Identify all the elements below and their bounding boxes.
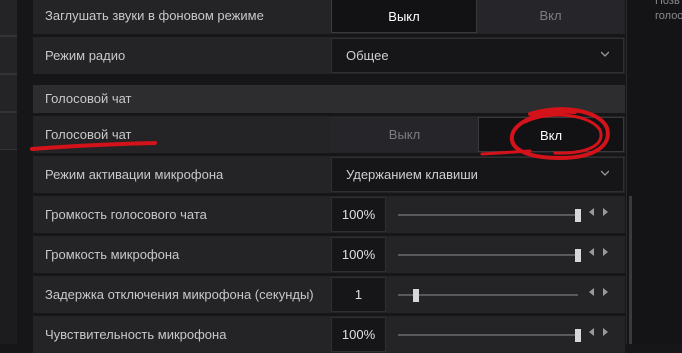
increase-arrow-icon[interactable]	[603, 288, 608, 296]
setting-row-radio-mode: Режим радио Общее	[33, 37, 625, 74]
decrease-arrow-icon[interactable]	[589, 208, 594, 216]
decrease-arrow-icon[interactable]	[589, 248, 594, 256]
dropdown-value: Общее	[346, 48, 389, 63]
increase-arrow-icon[interactable]	[603, 328, 608, 336]
voice-volume-value[interactable]: 100%	[331, 197, 386, 232]
section-header-voice-chat: Голосовой чат	[33, 85, 625, 113]
scrollbar[interactable]	[629, 196, 632, 344]
toggle-option-on[interactable]: Вкл	[478, 117, 624, 152]
setting-row-voice-volume: Громкость голосового чата 100%	[33, 196, 625, 233]
setting-label: Чувствительность микрофона	[45, 327, 227, 342]
setting-label: Заглушать звуки в фоновом режиме	[45, 8, 264, 23]
left-nav-tab[interactable]	[0, 74, 17, 112]
increase-arrow-icon[interactable]	[603, 248, 608, 256]
toggle-option-on[interactable]: Вкл	[477, 0, 624, 33]
setting-label: Громкость микрофона	[45, 247, 180, 262]
decrease-arrow-icon[interactable]	[589, 328, 594, 336]
mic-volume-slider[interactable]	[398, 249, 581, 262]
chevron-down-icon	[601, 51, 609, 57]
mic-delay-slider[interactable]	[398, 289, 578, 302]
setting-row-voice-chat: Голосовой чат Выкл Вкл	[33, 116, 625, 153]
voice-volume-slider[interactable]	[398, 209, 581, 222]
left-nav-tab[interactable]	[0, 0, 17, 36]
slider-thumb[interactable]	[575, 249, 581, 262]
setting-row-mic-delay: Задержка отключения микрофона (секунды) …	[33, 276, 625, 313]
left-nav-tab[interactable]	[0, 112, 17, 150]
description-text: Позв голос	[655, 0, 682, 24]
mic-sensitivity-value[interactable]: 100%	[331, 317, 386, 352]
setting-label: Режим активации микрофона	[45, 167, 224, 182]
slider-thumb[interactable]	[413, 289, 419, 302]
mic-volume-value[interactable]: 100%	[331, 237, 386, 272]
voice-chat-toggle[interactable]: Выкл Вкл	[331, 117, 624, 152]
setting-label: Громкость голосового чата	[45, 207, 207, 222]
mute-background-toggle[interactable]: Выкл Вкл	[331, 0, 624, 33]
setting-row-mic-activation: Режим активации микрофона Удержанием кла…	[33, 156, 625, 193]
mic-delay-value[interactable]: 1	[331, 277, 386, 312]
section-title: Голосовой чат	[45, 91, 132, 106]
dropdown-value: Удержанием клавиши	[346, 167, 478, 182]
setting-row-mic-volume: Громкость микрофона 100%	[33, 236, 625, 273]
setting-label: Режим радио	[45, 48, 126, 63]
description-line: голос	[655, 10, 682, 22]
left-nav-tab[interactable]	[0, 36, 17, 74]
chevron-down-icon	[601, 170, 609, 176]
radio-mode-dropdown[interactable]: Общее	[331, 38, 624, 73]
description-line: Позв	[655, 0, 680, 7]
setting-row-mic-sensitivity: Чувствительность микрофона 100%	[33, 316, 625, 353]
description-panel: Позв голос	[626, 0, 682, 344]
toggle-option-off[interactable]: Выкл	[331, 117, 478, 152]
setting-label: Задержка отключения микрофона (секунды)	[45, 287, 314, 302]
increase-arrow-icon[interactable]	[603, 208, 608, 216]
mic-sensitivity-slider[interactable]	[398, 329, 581, 342]
slider-thumb[interactable]	[575, 329, 581, 342]
setting-row-mute-background: Заглушать звуки в фоновом режиме Выкл Вк…	[33, 0, 625, 34]
decrease-arrow-icon[interactable]	[589, 288, 594, 296]
setting-label: Голосовой чат	[45, 127, 132, 142]
toggle-option-off[interactable]: Выкл	[331, 0, 477, 33]
mic-activation-dropdown[interactable]: Удержанием клавиши	[331, 157, 624, 192]
slider-thumb[interactable]	[575, 209, 581, 222]
